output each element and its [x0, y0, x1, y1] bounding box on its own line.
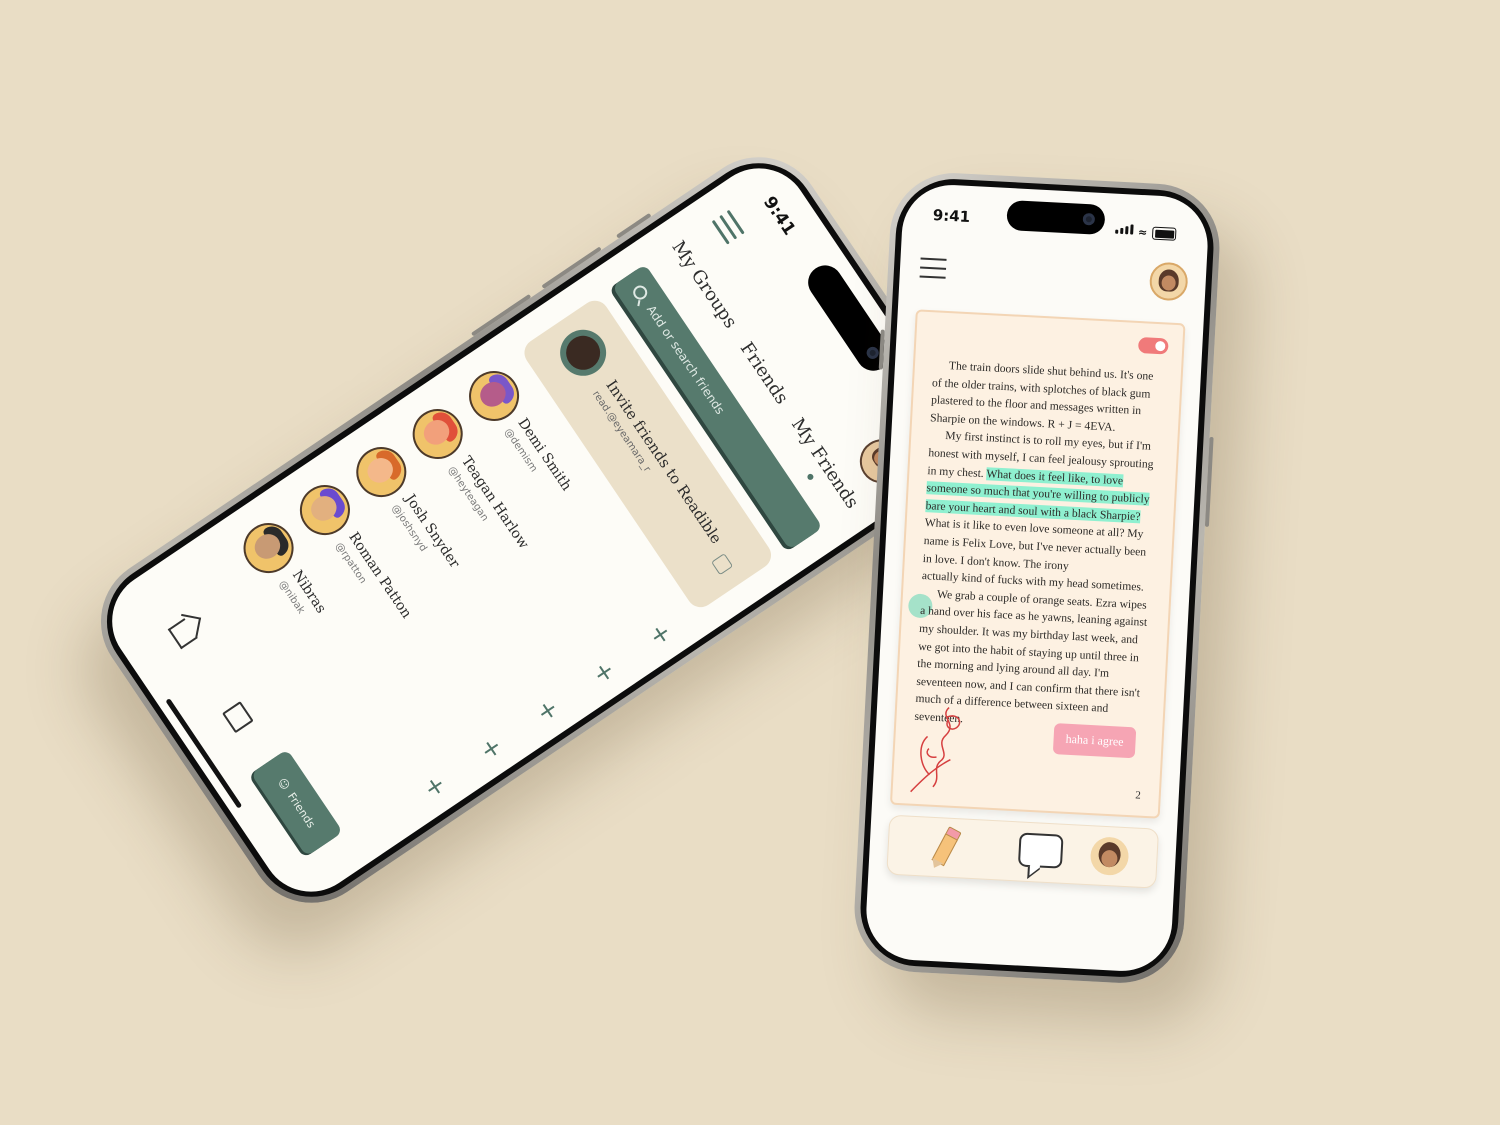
friends-nav-label: Friends [285, 789, 319, 830]
pencil-icon[interactable] [928, 826, 962, 871]
comment-icon[interactable] [1017, 832, 1064, 869]
add-friend-button[interactable]: + [587, 656, 621, 688]
profile-avatar[interactable] [1148, 261, 1189, 302]
rose-doodle-icon [910, 707, 961, 793]
text-span: What is it like to even love someone at … [922, 516, 1147, 573]
book-icon[interactable] [222, 700, 254, 733]
book-page[interactable]: The train doors slide shut behind us. It… [889, 309, 1186, 819]
status-time: 9:41 [932, 206, 971, 226]
phone-friends: 9:41 ≈ My Groups Friends My Friends Add … [76, 131, 994, 928]
add-friend-button[interactable]: + [418, 770, 452, 802]
friends-nav-button[interactable]: ☺ Friends [250, 748, 344, 857]
battery-icon [1151, 226, 1177, 241]
friends-screen: 9:41 ≈ My Groups Friends My Friends Add … [92, 148, 978, 911]
add-friend-button[interactable]: + [531, 694, 565, 726]
add-friend-button[interactable]: + [644, 618, 678, 650]
phone-reader: 9:41 ≈ The train doors slide shut behind… [851, 169, 1223, 987]
paragraph: My first instinct is to roll my eyes, bu… [922, 427, 1161, 580]
avatar [290, 474, 360, 545]
page-number: 2 [1134, 789, 1142, 802]
menu-icon[interactable] [707, 209, 745, 247]
avatar [402, 398, 473, 469]
power-button [1204, 436, 1214, 527]
reader-screen: 9:41 ≈ The train doors slide shut behind… [863, 182, 1211, 974]
wifi-icon: ≈ [1137, 225, 1148, 240]
status-icons: ≈ [1113, 220, 1177, 241]
menu-icon[interactable] [919, 257, 947, 285]
book-text[interactable]: The train doors slide shut behind us. It… [914, 356, 1165, 737]
tab-friends[interactable]: Friends [736, 338, 792, 408]
home-icon[interactable] [167, 617, 198, 649]
signal-icon [1113, 220, 1134, 239]
annotation-toggle[interactable] [1137, 336, 1169, 355]
avatar [233, 512, 304, 583]
avatar [346, 436, 417, 507]
reader-toolbar [886, 814, 1160, 889]
avatar[interactable] [1089, 836, 1130, 877]
search-icon [630, 282, 650, 302]
action-button [878, 329, 885, 370]
share-icon[interactable] [711, 552, 734, 575]
avatar [459, 360, 529, 431]
friends-icon: ☺ [275, 775, 293, 792]
paragraph: The train doors slide shut behind us. It… [929, 359, 1154, 434]
avatar [551, 320, 616, 385]
note-bubble[interactable]: haha i agree [1052, 723, 1137, 759]
status-time: 9:41 [759, 192, 800, 239]
add-friend-button[interactable]: + [475, 732, 509, 764]
